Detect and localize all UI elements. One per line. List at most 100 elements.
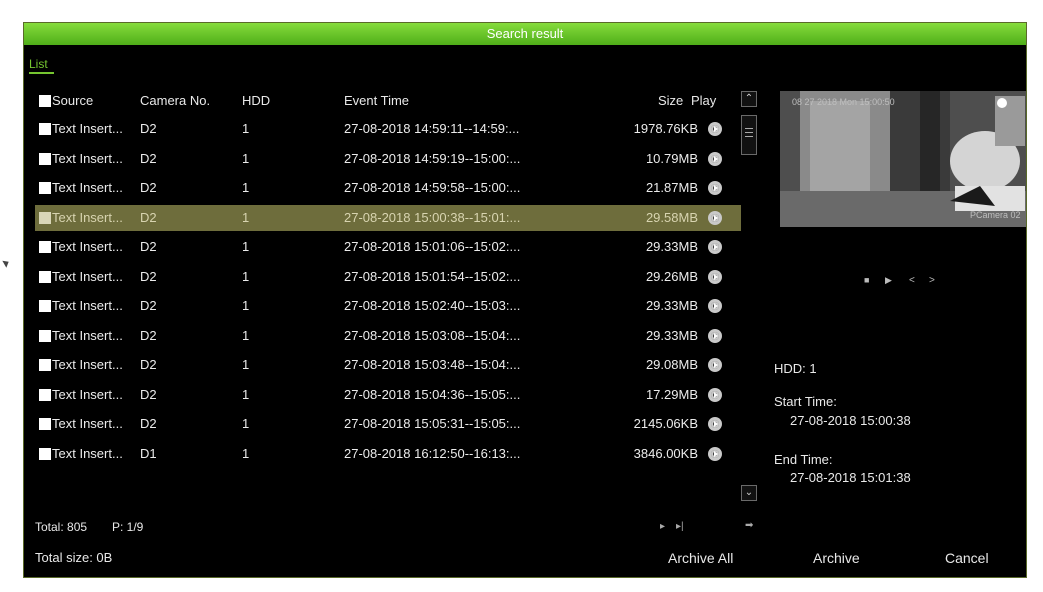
row-hdd: 1 [242, 150, 250, 166]
row-event-time: 27-08-2018 15:05:31--15:05:... [344, 416, 521, 431]
row-checkbox[interactable] [39, 123, 51, 135]
row-checkbox[interactable] [39, 388, 51, 401]
video-preview[interactable]: 08 27 2018 Mon 15:00:50 PCamera 02 [780, 91, 1026, 227]
row-event-time: 27-08-2018 14:59:19--15:00:... [344, 150, 521, 166]
play-icon[interactable] [708, 328, 722, 343]
row-hdd: 1 [242, 298, 250, 313]
row-checkbox[interactable] [39, 241, 51, 253]
row-source: Text Insert... [39, 293, 123, 319]
row-hdd: 1 [242, 445, 250, 461]
row-checkbox[interactable] [39, 329, 51, 342]
play-icon[interactable] [708, 446, 722, 461]
row-checkbox[interactable] [39, 182, 51, 194]
row-source-label: Text Insert... [52, 150, 123, 166]
play-icon[interactable] [708, 210, 722, 225]
row-camera: D2 [140, 180, 157, 195]
row-source: Text Insert... [39, 264, 123, 290]
row-hdd: 1 [242, 209, 250, 225]
last-page-button[interactable]: ▸| [676, 521, 684, 532]
row-checkbox[interactable] [39, 418, 51, 430]
row-size: 17.29MB [645, 386, 698, 402]
select-all-checkbox[interactable] [39, 95, 51, 107]
scroll-down-button[interactable]: ⌄ [741, 485, 757, 501]
row-source-label: Text Insert... [52, 121, 123, 136]
preview-next-button[interactable]: > [929, 275, 935, 286]
row-checkbox[interactable] [39, 211, 51, 224]
play-icon[interactable] [708, 269, 722, 284]
table-row[interactable]: Text Insert... D2 1 27-08-2018 15:02:40--15… [35, 293, 741, 319]
detail-end-label: End Time: [774, 452, 833, 467]
detail-end-value: 27-08-2018 15:01:38 [790, 470, 911, 485]
row-camera: D2 [140, 416, 157, 431]
table-row[interactable]: Text Insert... D2 1 27-08-2018 15:00:38--15… [35, 204, 741, 231]
play-icon[interactable] [708, 387, 722, 402]
play-icon[interactable] [708, 122, 722, 136]
play-icon[interactable] [708, 151, 722, 166]
page-indicator: P: 1/9 [112, 520, 144, 534]
row-camera: D2 [140, 121, 157, 136]
row-checkbox[interactable] [39, 300, 51, 312]
preview-stop-button[interactable]: ■ [864, 275, 869, 285]
scroll-up-button[interactable]: ⌃ [741, 91, 757, 107]
column-header-camera: Camera No. [140, 93, 211, 108]
row-size: 1978.76KB [633, 121, 698, 136]
mouse-cursor-icon [2, 258, 11, 268]
table-row[interactable]: Text Insert... D2 1 27-08-2018 14:59:11--14… [35, 116, 741, 142]
total-size: Total size: 0B [35, 550, 113, 565]
row-checkbox[interactable] [39, 447, 51, 460]
row-size: 3846.00KB [633, 445, 698, 461]
row-hdd: 1 [242, 327, 250, 343]
osd-timestamp: 08 27 2018 Mon 15:00:50 [792, 97, 895, 107]
total-count: Total: 805 [35, 520, 88, 534]
row-source-label: Text Insert... [52, 445, 123, 461]
play-icon[interactable] [708, 181, 722, 195]
row-camera: D1 [140, 445, 157, 461]
table-row[interactable]: Text Insert... D2 1 27-08-2018 15:03:48--15… [35, 352, 741, 378]
tab-list[interactable]: List [29, 57, 48, 71]
row-hdd: 1 [242, 357, 250, 372]
play-icon[interactable] [708, 417, 722, 431]
detail-start-value: 27-08-2018 15:00:38 [790, 413, 911, 428]
table-row[interactable]: Text Insert... D2 1 27-08-2018 15:03:08--15… [35, 323, 741, 349]
table-row[interactable]: Text Insert... D1 1 27-08-2018 16:12:50--16… [35, 441, 741, 467]
row-checkbox[interactable] [39, 359, 51, 371]
row-event-time: 27-08-2018 14:59:58--15:00:... [344, 180, 521, 195]
archive-all-button[interactable]: Archive All [668, 550, 733, 566]
row-camera: D2 [140, 327, 157, 343]
next-page-button[interactable]: ▸ [660, 521, 665, 532]
play-icon[interactable] [708, 358, 722, 372]
row-source: Text Insert... [39, 116, 123, 142]
column-header-size: Size [658, 93, 684, 108]
row-event-time: 27-08-2018 15:02:40--15:03:... [344, 298, 521, 313]
tab-underline [29, 72, 54, 74]
window-title: Search result [24, 23, 1026, 45]
row-hdd: 1 [242, 121, 250, 136]
cancel-button[interactable]: Cancel [945, 550, 989, 566]
row-checkbox[interactable] [39, 270, 51, 283]
table-row[interactable]: Text Insert... D2 1 27-08-2018 15:01:06--15… [35, 234, 741, 260]
table-row[interactable]: Text Insert... D2 1 27-08-2018 15:01:54--15… [35, 264, 741, 290]
play-icon[interactable] [708, 240, 722, 254]
preview-play-button[interactable]: ▶ [885, 275, 892, 286]
row-size: 29.58MB [645, 209, 698, 225]
row-camera: D2 [140, 209, 157, 225]
row-source-label: Text Insert... [52, 209, 123, 225]
table-row[interactable]: Text Insert... D2 1 27-08-2018 15:04:36--15… [35, 382, 741, 408]
row-source-label: Text Insert... [52, 357, 123, 372]
archive-button[interactable]: Archive [813, 550, 860, 566]
row-source: Text Insert... [39, 205, 123, 231]
row-source: Text Insert... [39, 411, 123, 437]
table-row[interactable]: Text Insert... D2 1 27-08-2018 14:59:19--15… [35, 146, 741, 172]
table-row[interactable]: Text Insert... D2 1 27-08-2018 14:59:58--15… [35, 175, 741, 201]
column-header-event-time: Event Time [344, 93, 410, 108]
row-size: 29.33MB [645, 298, 698, 313]
detail-hdd: HDD: 1 [774, 361, 817, 376]
column-header-source[interactable]: Source [39, 91, 93, 111]
preview-prev-button[interactable]: < [909, 275, 915, 286]
row-source-label: Text Insert... [52, 386, 123, 402]
play-icon[interactable] [708, 299, 722, 313]
table-row[interactable]: Text Insert... D2 1 27-08-2018 15:05:31--15… [35, 411, 741, 437]
go-page-button[interactable]: ➡ [745, 520, 753, 531]
row-checkbox[interactable] [39, 152, 51, 165]
scrollbar-thumb[interactable] [741, 115, 757, 155]
